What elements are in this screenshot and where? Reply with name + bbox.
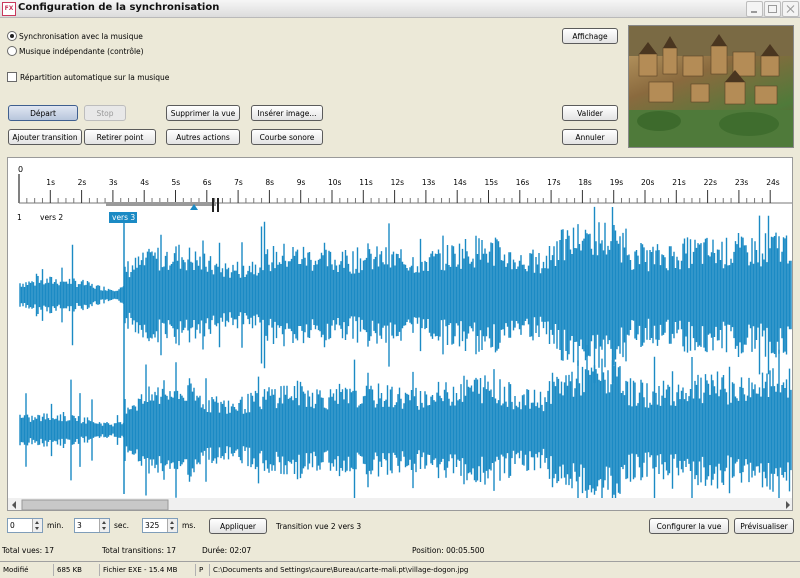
duree: Durée: 02:07: [202, 546, 252, 555]
timeline-tick-label: 1s: [46, 178, 55, 187]
timeline-zero-label: 0: [18, 165, 23, 174]
timeline-tick-label: 17s: [547, 178, 561, 187]
milliseconds-unit: ms.: [182, 521, 196, 530]
depart-button[interactable]: Départ: [8, 105, 78, 121]
radio-independent-music-label: Musique indépendante (contrôle): [19, 46, 144, 56]
timeline-tick-label: 16s: [516, 178, 530, 187]
annuler-button[interactable]: Annuler: [562, 129, 618, 145]
position: Position: 00:05.500: [412, 546, 485, 555]
valider-button[interactable]: Valider: [562, 105, 618, 121]
autres-actions-button[interactable]: Autres actions: [166, 129, 240, 145]
timeline-panel[interactable]: 0 1s 2s 3s 4s 5s 6s 7s 8s 9s 10s 11s 12s 13s 14s 15s 16…: [7, 157, 793, 511]
total-vues: Total vues: 17: [2, 546, 55, 555]
status-bar: Modifié 685 KB Fichier EXE - 15.4 MB P C…: [0, 561, 800, 578]
timeline-tick-label: 14s: [453, 178, 467, 187]
timeline-canvas[interactable]: 0 1s 2s 3s 4s 5s 6s 7s 8s 9s 10s 11s 12s 13s 14s 15s 16…: [8, 158, 793, 511]
waveform-channel-2: [19, 345, 792, 510]
playhead-handle-left[interactable]: [212, 198, 214, 212]
seconds-spinner[interactable]: 3: [74, 518, 110, 533]
view-label-1[interactable]: 1: [17, 213, 22, 222]
seconds-unit: sec.: [114, 521, 130, 530]
supprimer-vue-button[interactable]: Supprimer la vue: [166, 105, 240, 121]
scrollbar-thumb[interactable]: [21, 499, 169, 510]
waveform[interactable]: [19, 206, 792, 511]
minutes-value[interactable]: 0: [10, 521, 15, 530]
radio-sync-music-label: Synchronisation avec la musique: [19, 31, 143, 41]
checkbox-auto-distribution[interactable]: Répartition automatique sur la musique: [7, 72, 169, 82]
preview-image: [628, 25, 794, 148]
radio-selected-icon: [7, 31, 17, 41]
minutes-unit: min.: [47, 521, 64, 530]
window-title: Configuration de la synchronisation: [18, 2, 220, 13]
timeline-tick-label: 22s: [704, 178, 718, 187]
timeline-tick-label: 7s: [234, 178, 243, 187]
total-transitions: Total transitions: 17: [102, 546, 176, 555]
radio-sync-music[interactable]: Synchronisation avec la musique: [7, 31, 143, 41]
ajouter-transition-button[interactable]: Ajouter transition: [8, 129, 82, 145]
configurer-vue-button[interactable]: Configurer la vue: [649, 518, 729, 534]
timeline-tick-label: 24s: [766, 178, 780, 187]
milliseconds-value[interactable]: 325: [145, 521, 159, 530]
status-file-type: Fichier EXE - 15.4 MB: [100, 564, 196, 576]
inserer-image-button[interactable]: Insérer image...: [251, 105, 323, 121]
timeline-tick-label: 3s: [109, 178, 118, 187]
playhead-handle-right[interactable]: [217, 198, 219, 212]
spinner-arrows-icon[interactable]: [32, 519, 42, 532]
stop-button[interactable]: Stop: [84, 105, 126, 121]
previsualiser-button[interactable]: Prévisualiser: [734, 518, 794, 534]
status-size: 685 KB: [54, 564, 100, 576]
status-path: C:\Documents and Settings\caure\Bureau\c…: [213, 566, 469, 574]
timeline-tick-label: 23s: [735, 178, 749, 187]
status-p: P: [196, 564, 210, 576]
close-button[interactable]: [782, 1, 799, 17]
retirer-point-button[interactable]: Retirer point: [84, 129, 156, 145]
timeline-tick-label: 5s: [172, 178, 181, 187]
seconds-value[interactable]: 3: [77, 521, 82, 530]
minutes-spinner[interactable]: 0: [7, 518, 43, 533]
status-modified: Modifié: [0, 564, 54, 576]
timeline-tick-label: 4s: [140, 178, 149, 187]
radio-unselected-icon: [7, 46, 17, 56]
checkbox-auto-distribution-label: Répartition automatique sur la musique: [20, 72, 170, 82]
transition-label: Transition vue 2 vers 3: [276, 522, 362, 531]
timeline-tick-label: 11s: [359, 178, 373, 187]
timeline-tick-label: 10s: [328, 178, 342, 187]
affichage-button[interactable]: Affichage: [562, 28, 618, 44]
timeline-tick-label: 13s: [422, 178, 436, 187]
timeline-tick-label: 9s: [297, 178, 306, 187]
timeline-tick-label: 8s: [265, 178, 274, 187]
timeline-tick-label: 12s: [391, 178, 405, 187]
village-image-art: [629, 26, 793, 147]
timeline-tick-label: 19s: [610, 178, 624, 187]
milliseconds-spinner[interactable]: 325: [142, 518, 178, 533]
courbe-sonore-button[interactable]: Courbe sonore: [251, 129, 323, 145]
timeline-tick-label: 18s: [578, 178, 592, 187]
checkbox-icon: [7, 72, 17, 82]
spinner-arrows-icon[interactable]: [99, 519, 109, 532]
view-label-vers-3[interactable]: vers 3: [112, 213, 135, 222]
maximize-button[interactable]: [764, 1, 781, 17]
timeline-tick-label: 15s: [485, 178, 499, 187]
waveform-channel-1: [19, 206, 792, 384]
spinner-arrows-icon[interactable]: [167, 519, 177, 532]
timeline-tick-label: 6s: [203, 178, 212, 187]
title-bar: FX Configuration de la synchronisation: [0, 0, 800, 18]
view-label-vers-2[interactable]: vers 2: [40, 213, 63, 222]
app-icon: FX: [2, 2, 16, 16]
minimize-button[interactable]: [746, 1, 763, 17]
appliquer-button[interactable]: Appliquer: [209, 518, 267, 534]
timeline-tick-label: 21s: [672, 178, 686, 187]
radio-independent-music[interactable]: Musique indépendante (contrôle): [7, 46, 144, 56]
timeline-tick-label: 2s: [78, 178, 87, 187]
timeline-range-bar: [106, 202, 216, 206]
timeline-tick-label: 20s: [641, 178, 655, 187]
